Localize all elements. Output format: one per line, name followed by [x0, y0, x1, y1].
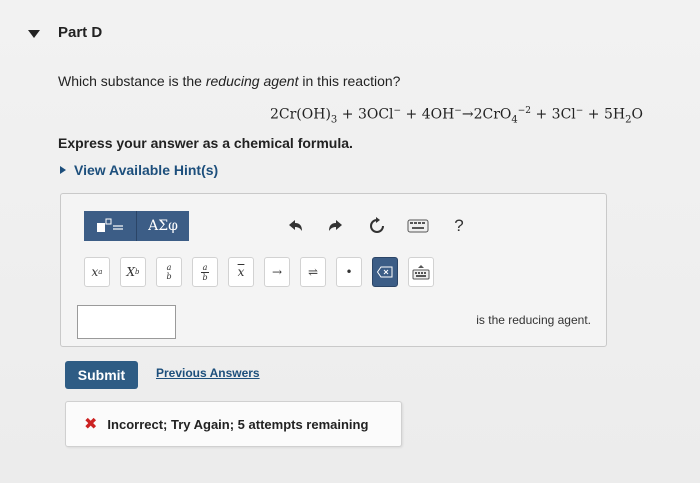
overline-button[interactable]: x: [228, 257, 254, 287]
equilibrium-arrow-button[interactable]: ⇌: [300, 257, 326, 287]
eq-product1: 2CrO: [473, 106, 512, 123]
backspace-icon: [377, 266, 393, 278]
eq-reactant2: 3OCl: [357, 106, 394, 123]
feedback-message: ✖ Incorrect; Try Again; 5 attempts remai…: [65, 401, 402, 447]
overline-icon: x: [237, 265, 245, 279]
expand-caret-icon: [60, 166, 66, 174]
superscript-base: x: [91, 265, 99, 279]
dot-button[interactable]: •: [336, 257, 362, 287]
question-emphasis: reducing agent: [205, 73, 299, 89]
eq-product3: 5H: [603, 106, 626, 123]
previous-answers-link[interactable]: Previous Answers: [156, 366, 260, 380]
virtual-keyboard-button[interactable]: [408, 257, 434, 287]
question-prefix: Which substance is the: [58, 73, 206, 89]
eq-reactant2-sup: −: [393, 106, 402, 116]
answer-suffix: is the reducing agent.: [476, 313, 591, 327]
answer-editor: ΑΣφ ? x a X b a b a b x → ⇌ • is the red…: [60, 193, 607, 347]
submit-button[interactable]: Submit: [65, 361, 138, 389]
answer-instructions: Express your answer as a chemical formul…: [58, 135, 353, 151]
question-suffix: in this reaction?: [298, 73, 401, 89]
fraction-icon: a b: [166, 263, 171, 281]
reset-button[interactable]: [365, 214, 389, 238]
question-text: Which substance is the reducing agent in…: [58, 73, 400, 89]
reset-icon: [370, 217, 384, 233]
view-hints-link[interactable]: View Available Hint(s): [60, 162, 218, 178]
keyboard-toggle-icon: [412, 265, 430, 280]
eq-plus: +: [531, 106, 552, 123]
hints-label: View Available Hint(s): [74, 162, 219, 178]
fraction-template-icon: a b: [201, 263, 209, 282]
eq-plus: +: [583, 106, 604, 123]
eq-product3-tail: O: [631, 106, 643, 123]
eq-plus: +: [337, 106, 358, 123]
reaction-equation: 2Cr(OH)3 + 3OCl− + 4OH−→2CrO4−2 + 3Cl− +…: [270, 106, 643, 125]
fraction-top: a: [166, 263, 172, 272]
reaction-arrow-button[interactable]: →: [264, 257, 290, 287]
editor-toolbar-actions: ?: [283, 214, 471, 238]
backspace-button[interactable]: [372, 257, 398, 287]
editor-toolbar-math: xa Xb a b a b x → ⇌ •: [84, 257, 434, 287]
superscript-mark: a: [98, 268, 103, 276]
subscript-button[interactable]: Xb: [120, 257, 146, 287]
answer-input[interactable]: [77, 305, 176, 339]
help-button[interactable]: ?: [447, 214, 471, 238]
subscript-mark: b: [135, 268, 140, 276]
collapse-caret-icon[interactable]: [28, 29, 40, 38]
superscript-button[interactable]: xa: [84, 257, 110, 287]
eq-plus: +: [401, 106, 422, 123]
eq-reactant1: 2Cr(OH): [270, 106, 331, 123]
editor-toolbar-primary: ΑΣφ: [84, 211, 189, 241]
redo-icon: [329, 220, 342, 231]
subscript-base: X: [126, 265, 136, 279]
eq-product2: 3Cl: [551, 106, 576, 123]
redo-button[interactable]: [324, 214, 348, 238]
fraction-template-button[interactable]: a b: [192, 257, 218, 287]
fraction-button[interactable]: a b: [156, 257, 182, 287]
incorrect-x-icon: ✖: [84, 416, 98, 433]
undo-icon: [289, 220, 302, 231]
eq-arrow: →: [461, 106, 474, 123]
templates-button[interactable]: [84, 211, 137, 241]
fraction-bottom: b: [166, 272, 172, 281]
eq-product1-sub: 4: [511, 114, 518, 126]
eq-product1-sup: −2: [517, 106, 532, 116]
part-title: Part D: [58, 24, 103, 41]
eq-reactant3: 4OH: [421, 106, 455, 123]
fraction-template-bottom: b: [202, 272, 208, 282]
keyboard-shortcuts-button[interactable]: [406, 214, 430, 238]
templates-icon: [97, 218, 123, 232]
keyboard-icon: [407, 219, 429, 233]
greek-symbols-button[interactable]: ΑΣφ: [137, 211, 189, 241]
part-header[interactable]: Part D: [28, 24, 102, 41]
fraction-template-top: a: [202, 262, 208, 272]
page: Part D Which substance is the reducing a…: [0, 0, 700, 483]
eq-reactant3-sup: −: [454, 106, 462, 116]
feedback-text: Incorrect; Try Again; 5 attempts remaini…: [107, 416, 369, 432]
undo-button[interactable]: [283, 214, 307, 238]
